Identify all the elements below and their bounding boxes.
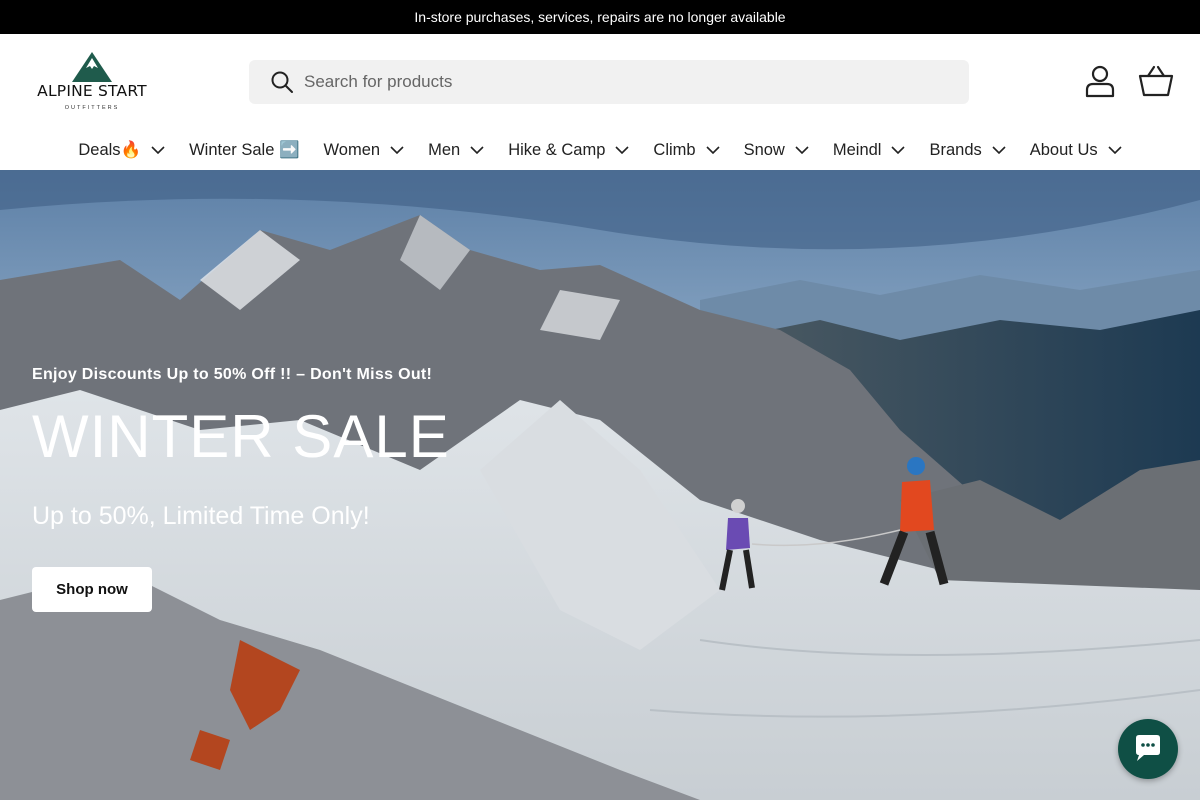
nav-item-deals[interactable]: Deals🔥 [66, 130, 177, 170]
site-header: ALPINE START OUTFITTERS [0, 34, 1200, 130]
search-bar[interactable] [249, 60, 969, 104]
chevron-down-icon [470, 146, 484, 154]
nav-item-snow[interactable]: Snow [732, 130, 821, 170]
nav-label: Deals🔥 [78, 140, 142, 159]
nav-item-meindl[interactable]: Meindl [821, 130, 918, 170]
search-input[interactable] [304, 72, 904, 92]
chevron-down-icon [795, 146, 809, 154]
search-icon[interactable] [270, 70, 294, 94]
nav-item-brands[interactable]: Brands [917, 130, 1017, 170]
hero-kicker: Enjoy Discounts Up to 50% Off !! – Don't… [32, 366, 433, 383]
nav-item-climb[interactable]: Climb [641, 130, 731, 170]
nav-label: Men [428, 140, 461, 159]
hero-mountain-image [0, 170, 1200, 800]
chevron-down-icon [1108, 146, 1122, 154]
chevron-down-icon [151, 146, 165, 154]
chevron-down-icon [891, 146, 906, 154]
logo-name: ALPINE START [37, 82, 147, 100]
nav-item-men[interactable]: Men [416, 130, 496, 170]
chevron-down-icon [706, 146, 720, 154]
hero-banner: Enjoy Discounts Up to 50% Off !! – Don't… [0, 170, 1200, 800]
nav-label: About Us [1029, 140, 1098, 159]
nav-label: Snow [743, 140, 785, 159]
nav-label: Climb [653, 140, 696, 159]
chevron-down-icon [390, 146, 404, 154]
nav-label: Winter Sale ➡️ [189, 140, 300, 159]
cart-icon[interactable] [1138, 64, 1174, 98]
chat-button[interactable] [1118, 719, 1178, 779]
nav-label: Meindl [832, 140, 882, 159]
chevron-down-icon [992, 146, 1006, 154]
main-navigation: Deals🔥 Winter Sale ➡️ Women Men Hike & C… [0, 130, 1200, 170]
nav-label: Women [323, 140, 381, 159]
account-icon[interactable] [1084, 64, 1116, 98]
chevron-down-icon [615, 146, 629, 154]
nav-item-hike-camp[interactable]: Hike & Camp [496, 130, 641, 170]
hero-title: WINTER SALE [32, 403, 450, 470]
hero-subtitle: Up to 50%, Limited Time Only! [32, 502, 370, 530]
mountain-logo-icon [72, 52, 112, 82]
announcement-bar: In-store purchases, services, repairs ar… [0, 0, 1200, 34]
shop-now-button[interactable]: Shop now [32, 567, 152, 612]
logo-subtitle: OUTFITTERS [64, 105, 120, 111]
store-logo[interactable]: ALPINE START OUTFITTERS [32, 50, 152, 114]
chat-icon [1136, 735, 1160, 761]
nav-item-winter-sale[interactable]: Winter Sale ➡️ [177, 130, 311, 170]
nav-item-women[interactable]: Women [312, 130, 417, 170]
nav-label: Hike & Camp [508, 140, 606, 159]
nav-label: Brands [929, 140, 982, 159]
announcement-text: In-store purchases, services, repairs ar… [414, 9, 786, 25]
nav-item-about-us[interactable]: About Us [1018, 130, 1134, 170]
